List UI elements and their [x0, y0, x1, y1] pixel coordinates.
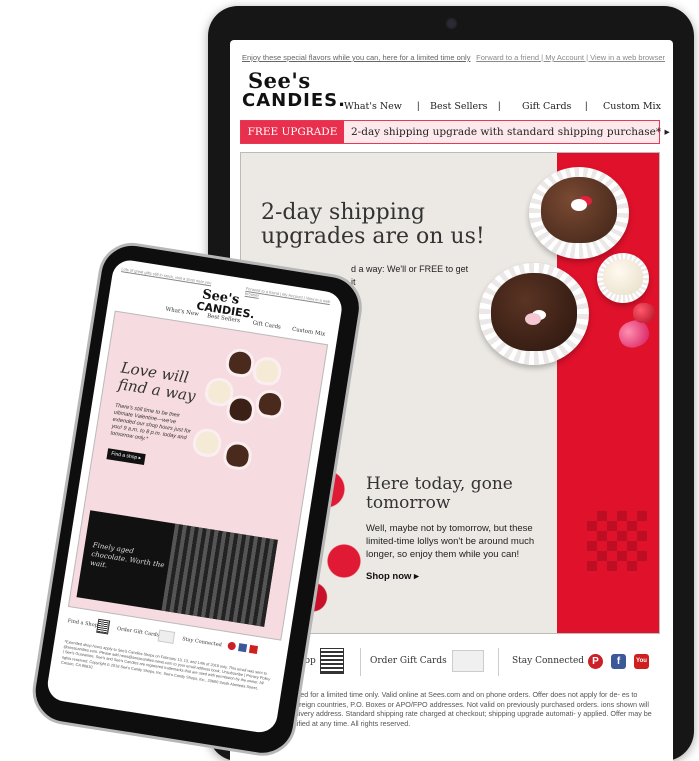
white-chocolate-heart-icon: [194, 430, 220, 456]
footer-divider: [360, 648, 361, 676]
phone-hero-body: There's still time to be their ultimate …: [110, 402, 192, 443]
nav-gift-cards[interactable]: Gift Cards: [522, 101, 571, 112]
pinterest-icon[interactable]: [227, 641, 237, 651]
factory-image: [161, 523, 278, 627]
legal-disclaimer: ping upgrade offered for a limited time …: [242, 690, 652, 728]
phone-hero-title: Love will find a way: [116, 358, 197, 406]
sees-logo-line2[interactable]: CANDIES.: [242, 92, 346, 110]
chocolate-heart-icon: [228, 396, 254, 423]
nav-divider: |: [417, 101, 420, 112]
youtube-icon[interactable]: You: [634, 654, 649, 669]
nav-divider: |: [585, 101, 588, 112]
hero-title: 2-day shipping upgrades are on us!: [261, 200, 485, 249]
phone-nav-custom-mix[interactable]: Custom Mix: [292, 327, 326, 338]
hero-body: d a way: We'll or FREE to get it: [351, 264, 469, 287]
heart-decoration-icon: [525, 313, 541, 325]
sees-logo-line1[interactable]: See's: [248, 70, 311, 91]
white-chocolate-heart-icon: [254, 358, 280, 384]
phone-hero-banner[interactable]: Love will find a way There's still time …: [67, 310, 329, 641]
promo-text: 2-day shipping upgrade with standard shi…: [351, 126, 670, 138]
lolly-heading: Here today, gone tomorrow: [366, 474, 513, 513]
preheader-links[interactable]: Forward to a friend | My Account | View …: [476, 53, 665, 62]
foil-heart-icon: [633, 303, 655, 323]
nav-custom-mix[interactable]: Custom Mix: [603, 101, 661, 112]
shop-storefront-icon: [320, 648, 344, 674]
youtube-icon[interactable]: [248, 644, 259, 655]
nav-best-sellers[interactable]: Best Sellers: [430, 101, 488, 112]
phone-find-a-shop-link[interactable]: Find a Shop: [67, 618, 98, 629]
chocolate-heart-icon: [257, 391, 283, 417]
gift-card-icon: [157, 629, 176, 644]
aged-chocolate-feature[interactable]: Finely aged chocolate. Worth the wait.: [76, 510, 278, 627]
phone-order-gift-cards-link[interactable]: Order Gift Cards: [117, 626, 160, 639]
chocolate-heart-icon: [227, 350, 253, 376]
footer-divider: [498, 648, 499, 676]
chocolate-heart-icon: [491, 273, 577, 351]
preheader-text: Enjoy these special flavors while you ca…: [242, 53, 471, 62]
heart-decoration-icon: [571, 199, 587, 211]
phone-nav-whats-new[interactable]: What's New: [165, 307, 199, 318]
gift-card-icon: [452, 650, 484, 672]
phone-stay-connected-label: Stay Connected: [181, 636, 223, 649]
shop-now-link[interactable]: Shop now ▸: [366, 571, 419, 582]
stay-connected-label: Stay Connected: [512, 656, 585, 666]
pinterest-icon[interactable]: P: [588, 654, 603, 669]
facebook-icon[interactable]: [238, 643, 248, 653]
white-chocolate-heart-icon: [206, 379, 232, 405]
promo-banner[interactable]: FREE UPGRADE 2-day shipping upgrade with…: [240, 120, 670, 144]
promo-tag: FREE UPGRADE: [241, 121, 344, 143]
aged-chocolate-text: Finely aged chocolate. Worth the wait.: [89, 541, 166, 570]
facebook-icon[interactable]: f: [611, 654, 626, 669]
phone-nav-gift-cards[interactable]: Gift Cards: [252, 320, 281, 330]
checker-pattern: [587, 511, 647, 571]
order-gift-cards-link[interactable]: Order Gift Cards: [370, 656, 447, 666]
find-a-shop-button[interactable]: Find a shop ▸: [106, 448, 146, 466]
white-chocolate-heart-icon: [603, 259, 643, 295]
nav-divider: |: [498, 101, 501, 112]
shop-storefront-icon: [96, 618, 111, 635]
chocolate-heart-icon: [225, 442, 251, 469]
lolly-description: Well, maybe not by tomorrow, but these l…: [366, 523, 535, 560]
nav-whats-new[interactable]: What's New: [344, 101, 402, 112]
camera-icon: [445, 17, 458, 30]
